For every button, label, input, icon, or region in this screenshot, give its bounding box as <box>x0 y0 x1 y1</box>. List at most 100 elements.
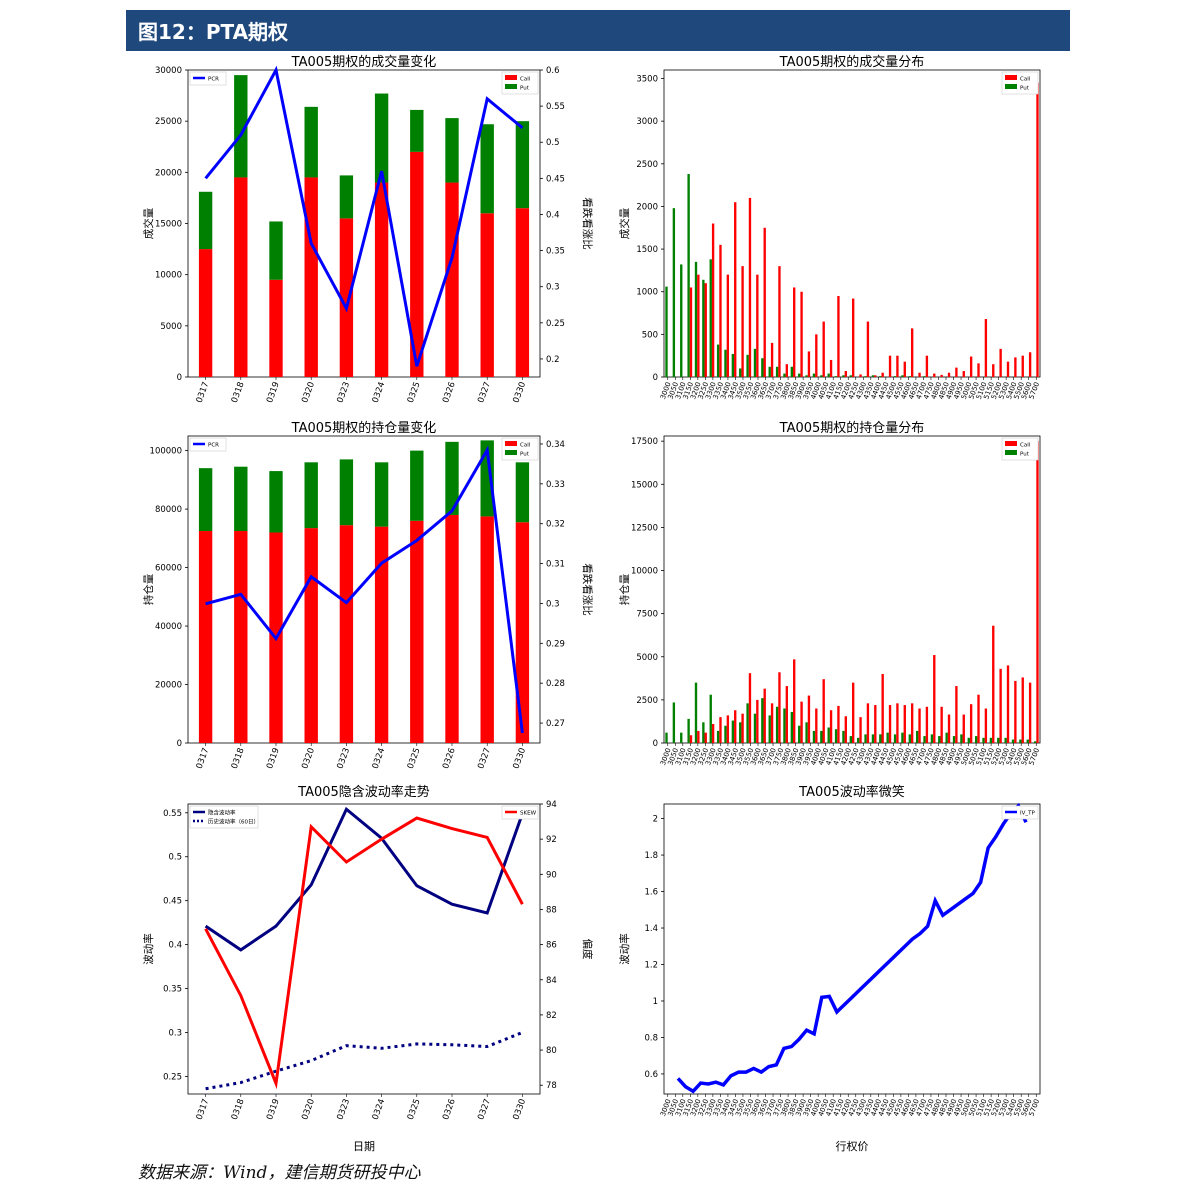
bar-call <box>852 682 855 743</box>
bar-put <box>1033 741 1037 743</box>
bar-call <box>940 706 943 743</box>
bar-call <box>785 364 789 377</box>
y-tick-label: 2000 <box>636 202 658 212</box>
bar-put <box>886 732 889 743</box>
bar-call <box>807 351 811 377</box>
legend-label: Call <box>520 443 531 449</box>
bar-put <box>304 106 318 178</box>
bar-call <box>234 531 248 743</box>
y2-tick-label: 86 <box>546 941 557 951</box>
bar-call <box>704 732 707 743</box>
x-tick-label: 0330 <box>511 381 528 405</box>
bar-call <box>778 672 781 743</box>
y-tick-label: 20000 <box>155 681 182 691</box>
x-tick-label: 0320 <box>300 1098 317 1122</box>
y-tick-label: 0 <box>177 373 182 383</box>
legend-swatch <box>1005 450 1017 455</box>
bar-call <box>1028 682 1032 743</box>
bar-call <box>800 701 803 743</box>
y2-tick-label: 0.3 <box>546 283 560 293</box>
bar-put <box>879 734 882 743</box>
y-tick-label: 60000 <box>155 564 182 574</box>
y2-tick-label: 0.35 <box>546 247 565 257</box>
bar-put <box>783 708 786 743</box>
bar-put <box>893 734 897 743</box>
y-tick-label: 0.6 <box>644 1070 658 1080</box>
bar-put <box>374 93 389 183</box>
y-tick-label: 3500 <box>636 75 658 85</box>
bar-put <box>746 703 749 743</box>
bar-call <box>748 197 752 377</box>
bar-call <box>962 714 965 743</box>
bar-call <box>719 717 722 743</box>
legend-swatch <box>1005 75 1017 80</box>
y2-tick-label: 0.3 <box>546 599 560 609</box>
y2-tick-label: 0.4 <box>546 210 560 220</box>
bar-call <box>933 373 936 377</box>
y-tick-label: 12500 <box>631 523 658 533</box>
chart-title: TA005波动率微笑 <box>798 784 905 800</box>
y-tick-label: 2500 <box>636 696 658 706</box>
y-tick-label: 25000 <box>155 117 182 127</box>
bar-put <box>930 734 934 743</box>
y-axis-label: 波动率 <box>618 933 631 965</box>
line-iv-tp <box>676 802 1028 1094</box>
bar-call <box>888 705 892 743</box>
legend-swatch <box>505 450 517 455</box>
bar-call <box>955 686 958 743</box>
line-historical-volatility <box>205 1031 523 1091</box>
y-tick-label: 10000 <box>631 567 658 577</box>
x-tick-label: 0330 <box>511 1098 528 1122</box>
bar-call <box>515 522 530 743</box>
bar-put <box>834 376 838 377</box>
bar-call <box>903 705 906 743</box>
bar-call <box>947 372 951 377</box>
legend-label: Call <box>520 77 531 83</box>
y2-tick-label: 0.6 <box>546 66 560 76</box>
section-header: 图12：PTA期权 <box>126 10 1070 51</box>
bar-put <box>1004 737 1007 743</box>
y-tick-label: 0.8 <box>644 1033 658 1043</box>
x-axis-label: 日期 <box>353 1140 375 1153</box>
bar-put <box>805 722 808 743</box>
bar-put <box>716 344 720 377</box>
bar-put <box>798 373 801 377</box>
bar-call <box>410 520 424 743</box>
bar-put <box>820 375 823 377</box>
bar-call <box>1006 665 1010 743</box>
bar-put <box>812 373 816 377</box>
x-tick-label: 0326 <box>441 747 458 771</box>
bar-put <box>893 376 897 377</box>
bar-call <box>763 227 766 377</box>
bar-put <box>945 732 948 743</box>
bar-call <box>977 694 980 743</box>
y-tick-label: 0 <box>177 739 182 749</box>
bar-call <box>866 321 870 377</box>
bar-put <box>339 175 354 219</box>
bar-call <box>374 182 389 377</box>
x-tick-label: 0324 <box>371 381 388 405</box>
y-tick-label: 30000 <box>155 66 182 76</box>
y2-tick-label: 0.32 <box>546 520 565 530</box>
bar-put <box>967 737 970 743</box>
y2-tick-label: 80 <box>546 1046 557 1056</box>
y-tick-label: 1500 <box>636 245 658 255</box>
y2-tick-label: 0.34 <box>546 440 565 450</box>
bar-call <box>304 177 318 377</box>
y-tick-label: 2500 <box>636 160 658 170</box>
legend-label: Put <box>1020 452 1030 458</box>
bar-call <box>815 708 818 743</box>
bar-call <box>1006 361 1010 377</box>
legend-label: 历史波动率（60日） <box>208 818 259 826</box>
line-pcr <box>205 445 524 734</box>
bar-call <box>829 359 833 377</box>
bar-call <box>896 355 899 377</box>
bar-put <box>908 376 911 377</box>
y-tick-label: 5000 <box>160 322 182 332</box>
x-tick-label: 0326 <box>441 1098 458 1122</box>
bar-put <box>746 354 749 377</box>
plot-frame <box>663 803 1041 1095</box>
y2-tick-label: 90 <box>546 870 557 880</box>
bar-put <box>665 286 668 377</box>
bar-call <box>999 348 1002 377</box>
